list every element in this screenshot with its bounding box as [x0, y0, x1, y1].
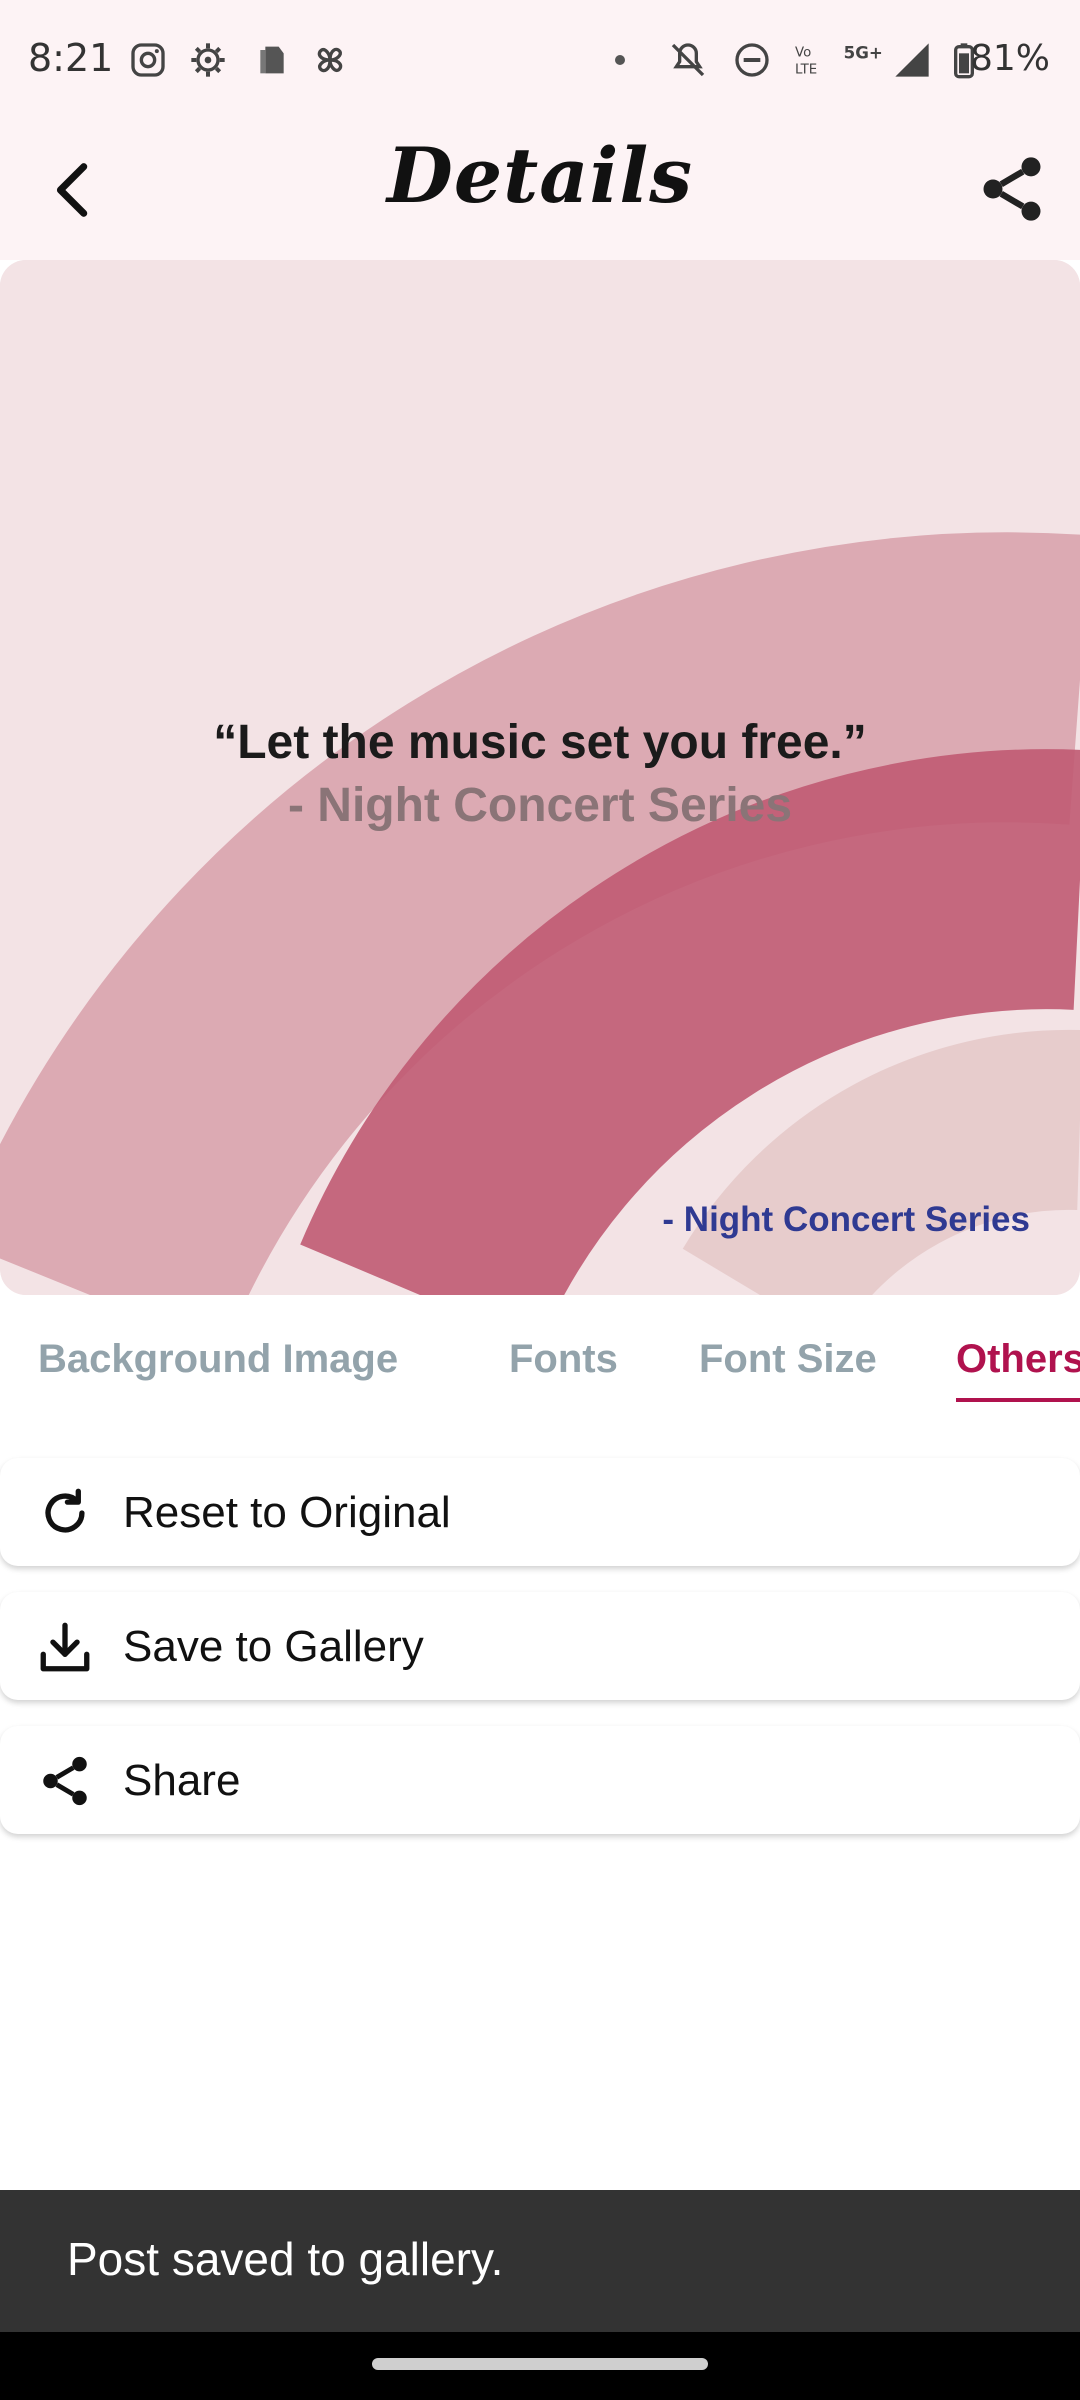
mute-icon	[671, 43, 705, 77]
save-label: Save to Gallery	[123, 1622, 424, 1671]
active-tab-indicator	[956, 1398, 1080, 1402]
save-to-gallery-button[interactable]: Save to Gallery	[0, 1592, 1080, 1700]
quote-preview-card: “Let the music set you free.” - Night Co…	[0, 260, 1080, 1295]
svg-text:5G+: 5G+	[844, 43, 882, 62]
settings-gear-icon	[191, 43, 225, 77]
tab-others[interactable]: Others	[956, 1337, 1080, 1382]
tab-fonts[interactable]: Fonts	[509, 1337, 618, 1382]
share-top-button[interactable]	[974, 151, 1050, 227]
download-icon	[40, 1622, 90, 1672]
instagram-icon	[131, 43, 165, 77]
signal-icon	[895, 43, 929, 77]
share-label: Share	[123, 1756, 241, 1805]
home-gesture-handle[interactable]	[372, 2358, 708, 2370]
system-nav-bar	[0, 2332, 1080, 2400]
quote-text: “Let the music set you free.”	[213, 716, 867, 769]
svg-text:Vo: Vo	[795, 46, 811, 61]
dnd-icon	[735, 43, 769, 77]
pinwheel-icon	[317, 47, 343, 73]
battery-percentage: 81%	[969, 38, 1050, 79]
dot-icon	[615, 55, 625, 65]
status-time: 8:21	[28, 36, 114, 80]
share-button[interactable]: Share	[0, 1726, 1080, 1834]
tab-background-image[interactable]: Background Image	[38, 1337, 398, 1382]
volte-icon: Vo LTE	[795, 46, 817, 78]
5g-icon: 5G+	[844, 43, 882, 62]
app-bar: Details	[0, 125, 1080, 260]
app-icon	[260, 46, 284, 74]
share-icon	[43, 1756, 87, 1806]
quote-author: - Night Concert Series	[287, 779, 793, 832]
tab-font-size[interactable]: Font Size	[699, 1337, 877, 1382]
snackbar: Post saved to gallery.	[0, 2190, 1080, 2332]
status-bar: 8:21 Vo LTE 5G+ 81%	[0, 0, 1080, 125]
watermark-author: - Night Concert Series	[662, 1200, 1030, 1239]
editor-tabs: Background Image Fonts Font Size Others	[0, 1295, 1080, 1415]
snackbar-message: Post saved to gallery.	[67, 2233, 504, 2285]
refresh-icon	[45, 1488, 85, 1533]
svg-text:LTE: LTE	[795, 62, 817, 77]
page-title: Details	[386, 131, 694, 220]
reset-label: Reset to Original	[123, 1488, 451, 1537]
reset-to-original-button[interactable]: Reset to Original	[0, 1458, 1080, 1566]
